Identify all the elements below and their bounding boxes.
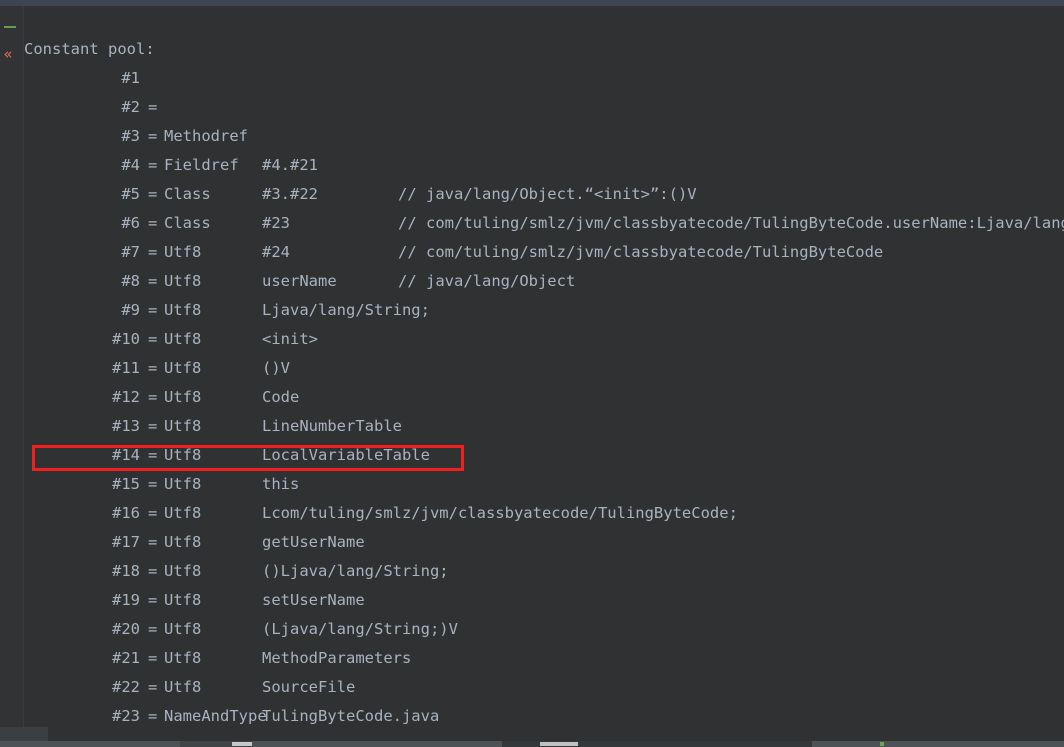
taskbar-segment[interactable] — [252, 741, 502, 747]
table-row: #21 = NameAndType #7:#8 // “<init>”:()V — [24, 615, 1064, 725]
table-row: #4 = Class #24 // java/lang/Object — [24, 122, 1064, 290]
table-row: #23 = Utf8 com/tuling/smlz/jvm/classbyat… — [24, 673, 1064, 725]
constant-pool-listing: Constant pool: #1 = Methodref #4.#21 // … — [24, 6, 1064, 727]
table-row: #8 = Utf8 ()V — [24, 238, 1064, 377]
taskbar-segment[interactable] — [180, 741, 240, 747]
table-row: #14 = Utf8 getUserName — [24, 412, 1064, 551]
taskbar-status-dot — [880, 742, 884, 746]
table-row: #11 = Utf8 LocalVariableTable — [24, 325, 1064, 464]
table-row: #17 = Utf8 (Ljava/lang/String;)V — [24, 499, 1064, 638]
chevron-left-icon[interactable]: « — [1, 45, 15, 63]
table-row: #24 = Utf8 java/lang/Object — [24, 702, 1064, 727]
table-row: #5 = Utf8 userName — [24, 151, 1064, 290]
table-row: #9 = Utf8 Code — [24, 267, 1064, 406]
table-row: #6 = Utf8 Ljava/lang/String; — [24, 180, 1064, 319]
table-row: #13 = Utf8 Lcom/tuling/smlz/jvm/classbya… — [24, 383, 1064, 522]
table-row: #16 = Utf8 setUserName — [24, 470, 1064, 609]
taskbar-segment[interactable] — [0, 741, 180, 747]
taskbar-segment[interactable] — [812, 741, 1064, 747]
os-taskbar-sliver — [0, 741, 1064, 747]
fold-dash-icon[interactable] — [4, 26, 16, 28]
gutter-footer-block — [0, 727, 48, 741]
table-row: #12 = Utf8 this — [24, 354, 1064, 493]
table-row-highlighted: #15 = Utf8 ()Ljava/lang/String; — [24, 441, 1064, 580]
table-row: #2 = Fieldref #3.#22 // com/tuling/smlz/… — [24, 64, 1064, 232]
table-row: #3 = Class #23 // com/tuling/smlz/jvm/cl… — [24, 93, 1064, 261]
table-row: #22 = NameAndType #5:#6 // userName:Ljav… — [24, 644, 1064, 725]
taskbar-item-icon[interactable] — [540, 742, 578, 746]
javap-output-window: « Constant pool: #1 = Methodref #4.#21 /… — [0, 0, 1064, 747]
editor-gutter[interactable]: « — [0, 6, 24, 727]
table-row: #10 = Utf8 LineNumberTable — [24, 296, 1064, 435]
table-row: #20 = Utf8 TulingByteCode.java — [24, 586, 1064, 725]
table-row: #19 = Utf8 SourceFile — [24, 557, 1064, 696]
table-row: #7 = Utf8 <init> — [24, 209, 1064, 348]
taskbar-item-icon[interactable] — [232, 742, 252, 746]
table-row: #18 = Utf8 MethodParameters — [24, 528, 1064, 667]
constant-pool-header: Constant pool: — [24, 6, 1064, 58]
table-row: #1 = Methodref #4.#21 // java/lang/Objec… — [24, 35, 1064, 203]
